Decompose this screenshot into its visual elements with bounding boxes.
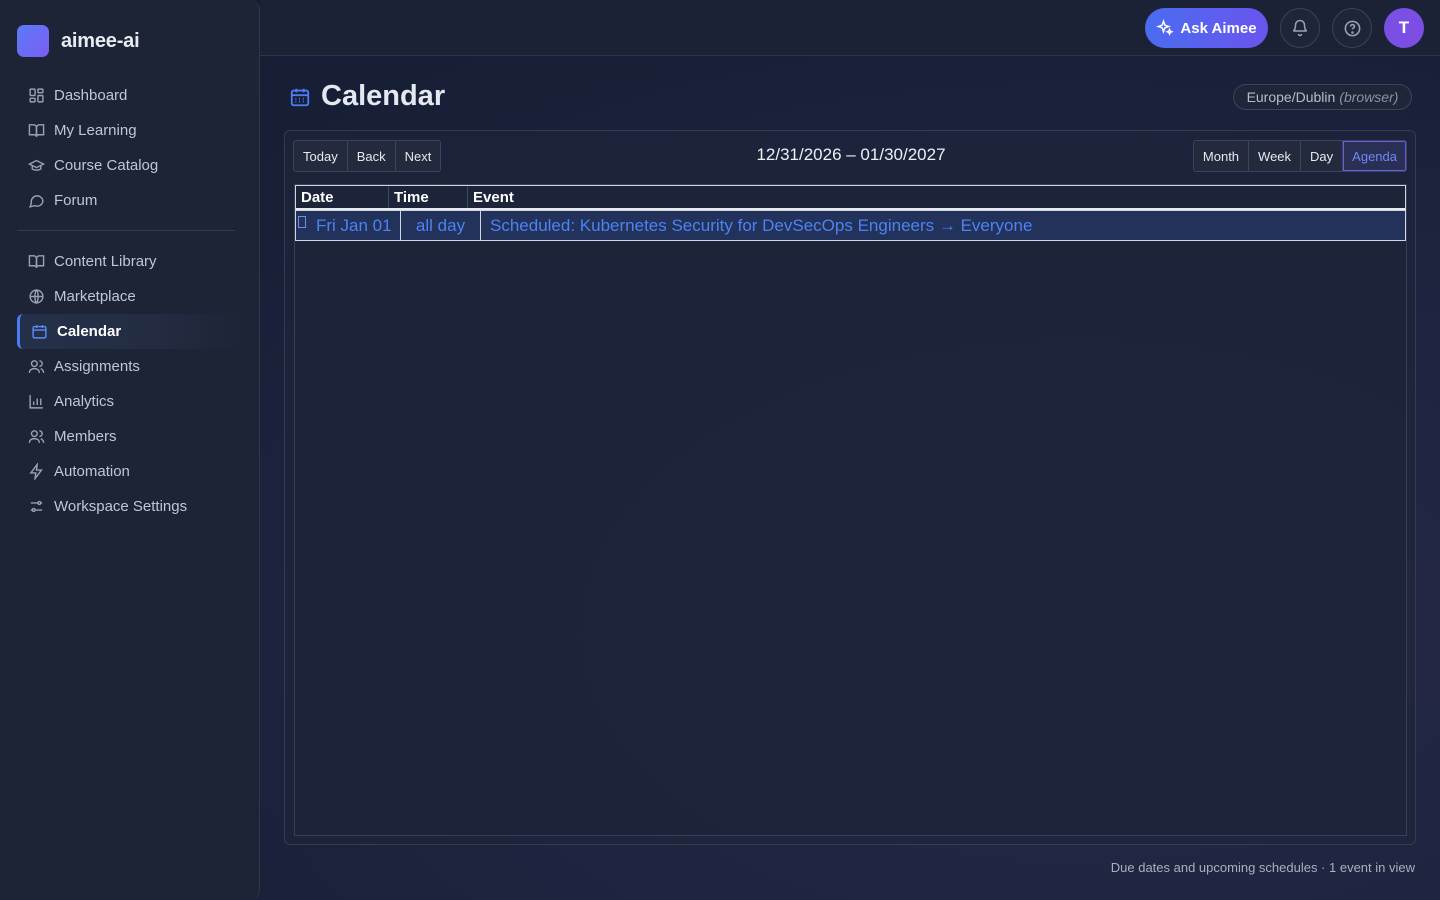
sidebar-item-calendar[interactable]: Calendar [17, 314, 243, 349]
table-row[interactable]: Fri Jan 01 all day Scheduled: Kubernetes… [295, 210, 1406, 241]
sidebar-item-label: Assignments [54, 358, 140, 375]
view-month-button[interactable]: Month [1193, 141, 1250, 171]
today-button[interactable]: Today [294, 141, 348, 171]
view-switcher: Month Week Day Agenda [1192, 140, 1407, 172]
row-marker [298, 216, 306, 228]
book-icon [27, 122, 45, 140]
book-icon [27, 253, 45, 271]
agenda-event-cell[interactable]: Scheduled: Kubernetes Security for DevSe… [481, 211, 1405, 240]
calendar-panel: Today Back Next 12/31/2026 – 01/30/2027 … [284, 130, 1416, 845]
timezone-label: Europe/Dublin [1246, 89, 1336, 105]
view-agenda-button[interactable]: Agenda [1343, 141, 1406, 171]
agenda-header: Date Time Event [295, 185, 1406, 210]
sidebar-item-analytics[interactable]: Analytics [17, 384, 243, 419]
sidebar-item-my-learning[interactable]: My Learning [17, 113, 243, 148]
sidebar-item-dashboard[interactable]: Dashboard [17, 78, 243, 113]
primary-nav: Dashboard My Learning Course Catalog For… [17, 78, 243, 218]
column-header-time: Time [389, 186, 468, 208]
agenda-time-cell: all day [401, 211, 481, 240]
sidebar-item-forum[interactable]: Forum [17, 183, 243, 218]
sidebar-item-assignments[interactable]: Assignments [17, 349, 243, 384]
brand[interactable]: aimee-ai [17, 25, 140, 57]
chat-bubble-icon [27, 192, 45, 210]
sidebar-item-label: Course Catalog [54, 157, 159, 174]
calendar-icon [30, 323, 48, 341]
notifications-button[interactable] [1280, 8, 1320, 48]
users-icon [27, 428, 45, 446]
page-title: Calendar [321, 80, 446, 112]
sidebar-item-workspace-settings[interactable]: Workspace Settings [17, 489, 243, 524]
users-icon [27, 358, 45, 376]
back-button[interactable]: Back [347, 141, 396, 171]
topbar: Ask Aimee T [260, 0, 1440, 56]
avatar[interactable]: T [1384, 8, 1424, 48]
sidebar-item-course-catalog[interactable]: Course Catalog [17, 148, 243, 183]
dashboard-icon [27, 87, 45, 105]
nav-divider [17, 230, 235, 231]
ask-aimee-button[interactable]: Ask Aimee [1145, 8, 1268, 48]
calendar-icon [290, 88, 310, 106]
sidebar-item-members[interactable]: Members [17, 419, 243, 454]
next-button[interactable]: Next [395, 141, 441, 171]
sidebar-item-label: My Learning [54, 122, 137, 139]
globe-icon [27, 288, 45, 306]
brand-logo [17, 25, 49, 57]
sidebar-item-label: Marketplace [54, 288, 136, 305]
column-header-date: Date [296, 186, 389, 208]
help-icon [1344, 20, 1360, 36]
graduation-cap-icon [27, 157, 45, 175]
brand-name: aimee-ai [61, 29, 140, 52]
calendar-nav-buttons: Today Back Next [293, 140, 442, 172]
ask-aimee-label: Ask Aimee [1180, 19, 1257, 37]
bar-chart-icon [27, 393, 45, 411]
sidebar: aimee-ai Dashboard My Learning Course Ca… [0, 0, 260, 900]
sidebar-item-label: Forum [54, 192, 98, 209]
timezone-note: (browser) [1339, 89, 1399, 105]
agenda-date: Fri Jan 01 [316, 215, 392, 235]
sidebar-item-label: Analytics [54, 393, 115, 410]
help-button[interactable] [1332, 8, 1372, 48]
bell-icon [1292, 19, 1308, 37]
sidebar-item-label: Automation [54, 463, 130, 480]
timezone-badge: Europe/Dublin (browser) [1233, 84, 1412, 110]
view-day-button[interactable]: Day [1301, 141, 1344, 171]
sidebar-item-automation[interactable]: Automation [17, 454, 243, 489]
sidebar-item-label: Content Library [54, 253, 157, 270]
sidebar-item-label: Dashboard [54, 87, 128, 104]
secondary-nav: Content Library Marketplace Calendar Ass… [17, 244, 243, 524]
column-header-event: Event [473, 188, 514, 206]
sidebar-item-label: Calendar [57, 323, 122, 340]
sidebar-item-content-library[interactable]: Content Library [17, 244, 243, 279]
agenda-time: all day [415, 215, 466, 235]
footer-summary: Due dates and upcoming schedules · 1 eve… [1110, 860, 1415, 875]
view-week-button[interactable]: Week [1249, 141, 1302, 171]
sidebar-item-label: Members [54, 428, 117, 445]
sidebar-item-label: Workspace Settings [54, 498, 188, 515]
sparkles-icon [1156, 19, 1175, 36]
agenda-table: Date Time Event Fri Jan 01 all day Sched… [294, 184, 1407, 836]
sidebar-item-marketplace[interactable]: Marketplace [17, 279, 243, 314]
sliders-icon [27, 498, 45, 516]
agenda-date-cell: Fri Jan 01 [296, 211, 401, 240]
lightning-icon [27, 463, 45, 481]
agenda-event[interactable]: Scheduled: Kubernetes Security for DevSe… [490, 216, 1032, 236]
page-header: Calendar [289, 80, 445, 113]
